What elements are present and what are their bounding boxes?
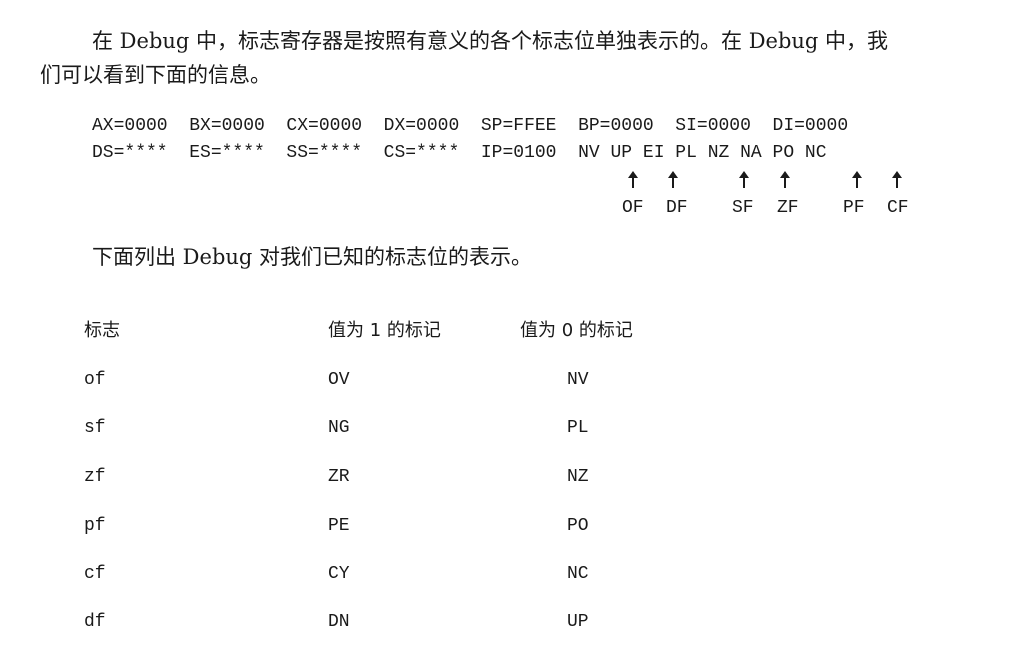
table-cell-set: PE xyxy=(328,516,350,536)
table-cell-set: DN xyxy=(328,612,350,632)
arrow-up-icon xyxy=(739,171,749,188)
table-cell-clear: PO xyxy=(567,516,589,536)
table-cell-flag: pf xyxy=(84,516,106,536)
intro-line-1: 在 Debug 中，标志寄存器是按照有意义的各个标志位单独表示的。在 Debug… xyxy=(92,29,889,53)
flag-label: OF xyxy=(622,198,644,218)
document-page: 在 Debug 中，标志寄存器是按照有意义的各个标志位单独表示的。在 Debug… xyxy=(0,0,1013,661)
table-cell-set: ZR xyxy=(328,467,350,487)
flag-label: PF xyxy=(843,198,865,218)
table-cell-flag: sf xyxy=(84,418,106,438)
arrow-up-icon xyxy=(780,171,790,188)
arrow-up-icon xyxy=(668,171,678,188)
flag-label: ZF xyxy=(777,198,799,218)
intro-line-2: 们可以看到下面的信息。 xyxy=(40,63,271,87)
arrow-up-icon xyxy=(852,171,862,188)
table-cell-flag: of xyxy=(84,370,106,390)
table-cell-set: CY xyxy=(328,564,350,584)
table-header-value-0: 值为 0 的标记 xyxy=(520,320,633,341)
table-cell-clear: UP xyxy=(567,612,589,632)
table-cell-flag: df xyxy=(84,612,106,632)
flag-label: DF xyxy=(666,198,688,218)
table-cell-set: OV xyxy=(328,370,350,390)
register-line-2: DS=**** ES=**** SS=**** CS=**** IP=0100 … xyxy=(92,143,827,163)
table-cell-clear: NZ xyxy=(567,467,589,487)
table-cell-clear: NC xyxy=(567,564,589,584)
table-cell-set: NG xyxy=(328,418,350,438)
arrow-up-icon xyxy=(892,171,902,188)
table-header-flag: 标志 xyxy=(84,320,120,341)
register-line-1: AX=0000 BX=0000 CX=0000 DX=0000 SP=FFEE … xyxy=(92,116,849,136)
table-cell-clear: PL xyxy=(567,418,589,438)
table-cell-clear: NV xyxy=(567,370,589,390)
flag-label: CF xyxy=(887,198,909,218)
arrow-up-icon xyxy=(628,171,638,188)
flag-label: SF xyxy=(732,198,754,218)
table-cell-flag: cf xyxy=(84,564,106,584)
table-header-value-1: 值为 1 的标记 xyxy=(328,320,441,341)
table-cell-flag: zf xyxy=(84,467,106,487)
list-intro: 下面列出 Debug 对我们已知的标志位的表示。 xyxy=(92,245,533,269)
